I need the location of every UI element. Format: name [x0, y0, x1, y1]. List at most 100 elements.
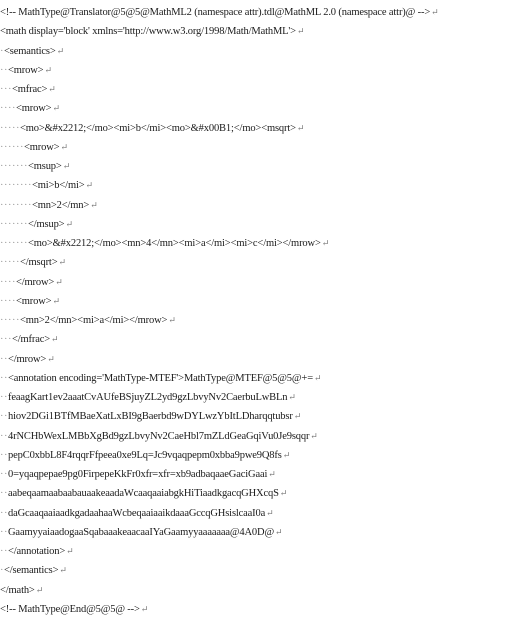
- paragraph-mark-icon: ↵: [52, 103, 60, 114]
- indent-dots: ·····: [0, 315, 20, 326]
- paragraph-mark-icon: ↵: [47, 353, 55, 364]
- line-text: </mrow>: [16, 276, 55, 288]
- paragraph-mark-icon: ↵: [85, 180, 94, 191]
- indent-dots: ····: [0, 276, 16, 288]
- code-line: ··hiov2DGi1BTfMBaeXatLxBI9gBaerbd9wDYLwz…: [0, 407, 505, 426]
- indent-dots: ··: [0, 546, 8, 557]
- paragraph-mark-icon: ↵: [44, 64, 52, 75]
- paragraph-mark-icon: ↵: [321, 238, 330, 248]
- line-text: <mo>&#x2212;</mo><mi>b</mi><mo>&#x00B1;<…: [19, 122, 296, 134]
- paragraph-mark-icon: ↵: [296, 122, 305, 133]
- indent-dots: ··: [0, 526, 8, 538]
- line-text: 4rNCHbWexLMBbXgBd9gzLbvyNv2CaeHbl7mZLdGe…: [8, 430, 310, 442]
- line-text: </msqrt>: [19, 257, 58, 269]
- line-text: </mrow>: [8, 353, 47, 365]
- code-line: ··aabeqaamaabaabauaakeaadaWcaaqaaiabgkHi…: [0, 484, 505, 503]
- indent-dots: ··: [0, 392, 8, 403]
- line-text: hiov2DGi1BTfMBaeXatLxBI9gBaerbd9wDYLwzYb…: [8, 411, 293, 423]
- code-line: ··<annotation encoding='MathType-MTEF'>M…: [0, 369, 505, 388]
- line-text: <mrow>: [16, 295, 52, 307]
- line-text: <msup>: [27, 161, 62, 172]
- line-text: <mfrac>: [12, 84, 48, 95]
- paragraph-mark-icon: ↵: [296, 26, 305, 37]
- indent-dots: ··: [0, 411, 8, 423]
- line-text: </math>: [0, 584, 35, 596]
- code-line: ··</mrow>↵: [0, 350, 505, 369]
- line-text: <!-- MathType@End@5@5@ -->: [0, 603, 140, 615]
- indent-dots: ···: [0, 84, 12, 95]
- code-line: ··<mrow>↵: [0, 61, 505, 80]
- code-line: ··0=yqaqpepae9pg0FirpepeKkFr0xfr=xfr=xb9…: [0, 465, 505, 484]
- paragraph-mark-icon: ↵: [431, 7, 439, 17]
- indent-dots: ········: [0, 199, 32, 211]
- indent-dots: ······: [0, 141, 24, 153]
- code-line: ····<mrow>↵: [0, 292, 505, 311]
- indent-dots: ··: [0, 430, 8, 442]
- paragraph-mark-icon: ↵: [140, 603, 149, 614]
- indent-dots: ·····: [0, 257, 20, 269]
- code-line: ···<mfrac>↵: [0, 80, 505, 99]
- paragraph-mark-icon: ↵: [35, 584, 44, 595]
- document-body: <!-- MathType@Translator@5@5@MathML2 (na…: [0, 0, 505, 615]
- paragraph-mark-icon: ↵: [90, 199, 98, 210]
- paragraph-mark-icon: ↵: [282, 449, 291, 460]
- paragraph-mark-icon: ↵: [168, 315, 176, 325]
- indent-dots: ··: [0, 449, 8, 461]
- line-text: <!-- MathType@Translator@5@5@MathML2 (na…: [0, 7, 431, 18]
- line-text: <mo>&#x2212;</mo><mn>4</mn><mi>a</mi><mi…: [27, 238, 321, 249]
- indent-dots: ··: [0, 507, 8, 519]
- paragraph-mark-icon: ↵: [51, 334, 59, 345]
- indent-dots: ·····: [0, 122, 20, 134]
- line-text: <math display='block' xmlns='http://www.…: [0, 26, 296, 38]
- indent-dots: ··: [0, 488, 8, 500]
- code-line: ····</mrow>↵: [0, 273, 505, 292]
- code-line: ·····</msqrt>↵: [0, 253, 505, 272]
- code-line: ·······</msup>↵: [0, 215, 505, 234]
- code-line: <math display='block' xmlns='http://www.…: [0, 22, 505, 41]
- code-line: ··GaamyyaiaadogaaSqabaaakeaacaaIYaGaamyy…: [0, 523, 505, 542]
- indent-dots: ··: [0, 469, 8, 480]
- paragraph-mark-icon: ↵: [58, 257, 66, 268]
- line-text: </mfrac>: [12, 334, 51, 346]
- paragraph-mark-icon: ↵: [266, 507, 274, 518]
- line-text: pepC0xbbL8F4rqqrFfpeea0xe9Lq=Jc9vqaqpepm…: [8, 449, 282, 461]
- code-line: ···</mfrac>↵: [0, 330, 505, 349]
- code-line: ·······<msup>↵: [0, 157, 505, 176]
- line-text: </annotation>: [8, 546, 66, 557]
- paragraph-mark-icon: ↵: [52, 295, 60, 306]
- code-line: ········<mi>b</mi>↵: [0, 176, 505, 195]
- line-text: </msup>: [27, 218, 65, 230]
- indent-dots: ········: [0, 180, 32, 192]
- line-text: 0=yqaqpepae9pg0FirpepeKkFr0xfr=xfr=xb9ad…: [8, 469, 268, 480]
- code-line: ··</annotation>↵: [0, 542, 505, 561]
- line-text: </semantics>: [4, 565, 59, 577]
- indent-dots: ····: [0, 295, 16, 307]
- line-text: <mn>2</mn><mi>a</mi></mrow>: [19, 315, 168, 326]
- paragraph-mark-icon: ↵: [268, 469, 276, 479]
- paragraph-mark-icon: ↵: [48, 84, 56, 94]
- line-text: GaamyyaiaadogaaSqabaaakeaacaaIYaGaamyyaa…: [8, 526, 274, 538]
- code-line: ··4rNCHbWexLMBbXgBd9gzLbvyNv2CaeHbl7mZLd…: [0, 427, 505, 446]
- indent-dots: ·······: [0, 218, 28, 230]
- line-text: aabeqaamaabaabauaakeaadaWcaaqaaiabgkHiTi…: [8, 488, 279, 500]
- indent-dots: ··: [0, 372, 8, 384]
- paragraph-mark-icon: ↵: [59, 565, 67, 576]
- paragraph-mark-icon: ↵: [65, 218, 73, 229]
- indent-dots: ···: [0, 334, 12, 346]
- indent-dots: ··: [0, 353, 8, 365]
- code-line: ·······<mo>&#x2212;</mo><mn>4</mn><mi>a<…: [0, 234, 505, 253]
- code-line: ··pepC0xbbL8F4rqqrFfpeea0xe9Lq=Jc9vqaqpe…: [0, 446, 505, 465]
- paragraph-mark-icon: ↵: [310, 430, 318, 441]
- line-text: feaagKart1ev2aaatCvAUfeBSjuyZL2yd9gzLbvy…: [8, 392, 288, 403]
- line-text: <semantics>: [4, 45, 56, 57]
- code-line: ·····<mo>&#x2212;</mo><mi>b</mi><mo>&#x0…: [0, 119, 505, 138]
- paragraph-mark-icon: ↵: [66, 546, 74, 556]
- code-line: ······<mrow>↵: [0, 138, 505, 157]
- paragraph-mark-icon: ↵: [56, 45, 65, 56]
- code-line: ····<mrow>↵: [0, 99, 505, 118]
- paragraph-mark-icon: ↵: [55, 276, 63, 287]
- line-text: <mrow>: [8, 64, 44, 76]
- paragraph-mark-icon: ↵: [60, 141, 68, 152]
- paragraph-mark-icon: ↵: [279, 488, 288, 499]
- paragraph-mark-icon: ↵: [62, 161, 71, 171]
